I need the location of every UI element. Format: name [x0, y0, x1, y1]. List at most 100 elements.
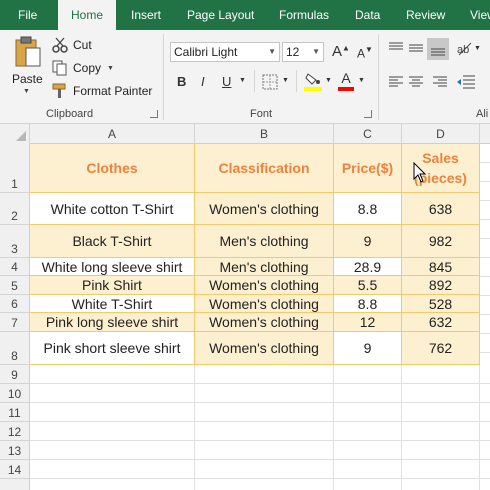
underline-dropdown-icon[interactable]: ▼ [239, 77, 246, 84]
clipboard-dialog-launcher-icon[interactable] [150, 110, 158, 118]
cell-a7[interactable]: Pink long sleeve shirt [30, 313, 195, 332]
fill-color-button[interactable] [304, 72, 322, 92]
column-header-d[interactable]: D [402, 124, 480, 144]
cell-b7[interactable]: Women's clothing [195, 313, 334, 332]
cell-b5[interactable]: Women's clothing [195, 276, 334, 295]
cell-c2[interactable]: 8.8 [334, 193, 402, 225]
cell-b8[interactable]: Women's clothing [195, 332, 334, 365]
column-header-c[interactable]: C [334, 124, 402, 144]
cell-a8[interactable]: Pink short sleeve shirt [30, 332, 195, 365]
scissors-icon [52, 37, 68, 53]
decrease-indent-icon[interactable] [456, 74, 476, 90]
grow-font-icon: A [332, 43, 343, 60]
row-header-11[interactable]: 11 [0, 403, 30, 422]
row-header-7[interactable]: 7 [0, 313, 30, 332]
cell-d2[interactable]: 638 [402, 193, 480, 225]
row-header-4[interactable]: 4 [0, 258, 30, 276]
borders-icon[interactable] [262, 74, 278, 90]
cell-d4[interactable]: 845 [402, 258, 480, 276]
tab-view[interactable]: View [470, 0, 490, 30]
tab-insert[interactable]: Insert [131, 0, 161, 30]
row-header-10[interactable]: 10 [0, 384, 30, 403]
italic-button[interactable]: I [201, 74, 205, 89]
format-painter-button[interactable]: Format Painter [52, 83, 152, 99]
font-color-button[interactable]: A [338, 70, 354, 92]
bold-button[interactable]: B [177, 74, 186, 89]
cell-b1[interactable]: Classification [195, 144, 334, 193]
paste-button[interactable]: Paste ▼ [8, 36, 48, 102]
cell-b2[interactable]: Women's clothing [195, 193, 334, 225]
cell-d7[interactable]: 632 [402, 313, 480, 332]
orientation-dropdown-icon[interactable]: ▼ [474, 45, 481, 52]
tab-data[interactable]: Data [355, 0, 380, 30]
row-header-9[interactable]: 9 [0, 365, 30, 384]
borders-dropdown-icon[interactable]: ▼ [282, 77, 289, 84]
font-color-dropdown-icon[interactable]: ▼ [358, 77, 365, 84]
cell-d3[interactable]: 982 [402, 225, 480, 258]
row-header-3[interactable]: 3 [0, 225, 30, 258]
cell-a3[interactable]: Black T-Shirt [30, 225, 195, 258]
align-top-icon[interactable] [388, 42, 404, 54]
cell-c6[interactable]: 8.8 [334, 295, 402, 313]
cut-button[interactable]: Cut [52, 37, 92, 53]
font-name-value: Calibri Light [174, 45, 238, 59]
format-painter-label: Format Painter [73, 84, 153, 98]
cell-a6[interactable]: White T-Shirt [30, 295, 195, 313]
column-e-partial[interactable] [480, 144, 490, 365]
cell-a1[interactable]: Clothes [30, 144, 195, 193]
cell-d5[interactable]: 892 [402, 276, 480, 295]
font-dialog-launcher-icon[interactable] [364, 110, 372, 118]
cell-c8[interactable]: 9 [334, 332, 402, 365]
tab-home[interactable]: Home [58, 0, 116, 30]
row-header-5[interactable]: 5 [0, 276, 30, 295]
paint-bucket-icon [305, 73, 320, 85]
row-header-8[interactable]: 8 [0, 332, 30, 365]
align-middle-icon[interactable] [408, 42, 424, 54]
underline-button[interactable]: U [222, 74, 231, 89]
font-name-combobox[interactable]: Calibri Light ▼ [170, 42, 280, 62]
tab-page-layout[interactable]: Page Layout [187, 0, 254, 30]
empty-grid-area[interactable] [30, 365, 490, 490]
row-header-12[interactable]: 12 [0, 422, 30, 441]
cell-d6[interactable]: 528 [402, 295, 480, 313]
align-bottom-button[interactable] [427, 38, 449, 60]
cell-b6[interactable]: Women's clothing [195, 295, 334, 313]
cell-a2[interactable]: White cotton T-Shirt [30, 193, 195, 225]
shrink-font-button[interactable]: A▼ [357, 45, 373, 60]
font-color-icon: A [341, 70, 351, 86]
ribbon-tab-bar: File Home Insert Page Layout Formulas Da… [0, 0, 490, 30]
align-right-icon[interactable] [432, 76, 448, 88]
column-header-a[interactable]: A [30, 124, 195, 144]
cell-b3[interactable]: Men's clothing [195, 225, 334, 258]
orientation-icon[interactable]: ab [456, 40, 472, 56]
row-header-6[interactable]: 6 [0, 295, 30, 313]
tab-formulas[interactable]: Formulas [279, 0, 329, 30]
row-header-14[interactable]: 14 [0, 460, 30, 479]
align-center-icon[interactable] [408, 76, 424, 88]
align-left-icon[interactable] [388, 76, 404, 88]
column-header-b[interactable]: B [195, 124, 334, 144]
cell-b4[interactable]: Men's clothing [195, 258, 334, 276]
cell-c3[interactable]: 9 [334, 225, 402, 258]
select-all-button[interactable] [0, 124, 30, 144]
cell-a4[interactable]: White long sleeve shirt [30, 258, 195, 276]
fill-color-dropdown-icon[interactable]: ▼ [325, 77, 332, 84]
font-size-combobox[interactable]: 12 ▼ [282, 42, 324, 62]
copy-button[interactable]: Copy ▼ [52, 60, 114, 76]
row-header-15-partial[interactable] [0, 479, 30, 490]
font-color-swatch [338, 87, 354, 91]
tab-review[interactable]: Review [406, 0, 445, 30]
cell-c4[interactable]: 28.9 [334, 258, 402, 276]
row-header-2[interactable]: 2 [0, 193, 30, 225]
grow-font-button[interactable]: A▲ [332, 43, 350, 60]
row-header-13[interactable]: 13 [0, 441, 30, 460]
row-header-1[interactable]: 1 [0, 144, 30, 193]
cell-a5[interactable]: Pink Shirt [30, 276, 195, 295]
tab-file[interactable]: File [18, 0, 37, 30]
cell-c7[interactable]: 12 [334, 313, 402, 332]
cell-c5[interactable]: 5.5 [334, 276, 402, 295]
alignment-group-label: Ali [476, 108, 489, 120]
cell-d8[interactable]: 762 [402, 332, 480, 365]
cell-c1[interactable]: Price($) [334, 144, 402, 193]
cut-label: Cut [73, 38, 92, 52]
